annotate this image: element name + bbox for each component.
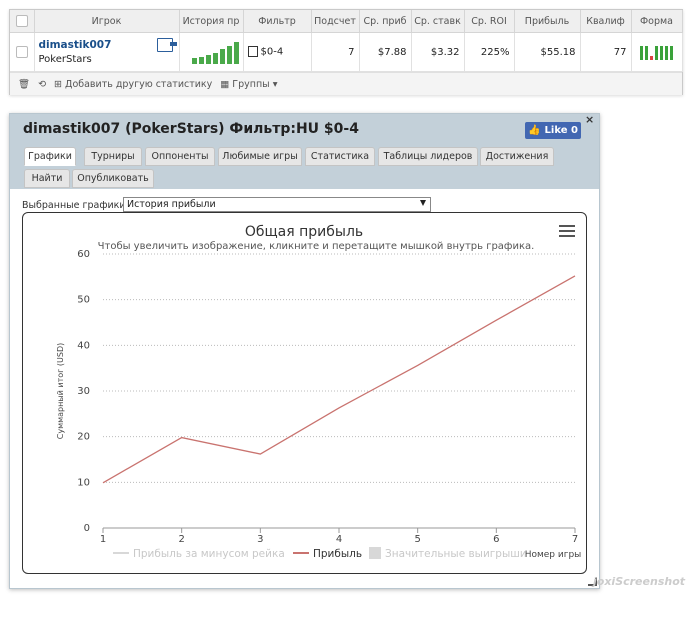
y-tick-label: 60 — [77, 249, 90, 260]
popup-header: dimastik007 (PokerStars) Фильтр:HU $0-4 … — [10, 113, 599, 189]
qualification-value: 77 — [580, 32, 632, 72]
add-stats-label: Добавить другую статистику — [65, 78, 213, 90]
avg-profit-value: $7.88 — [359, 32, 412, 72]
avg-roi-value: 225% — [464, 32, 515, 72]
thumbs-up-icon: 👍 — [528, 125, 541, 136]
form-loss-mark — [650, 56, 653, 60]
legend-symbol — [369, 547, 381, 559]
sparkline-bar — [212, 53, 218, 64]
x-tick-label: 1 — [100, 534, 106, 545]
x-tick-label: 7 — [572, 534, 578, 545]
chart-select-value: История прибыли — [127, 199, 216, 210]
open-player-icon[interactable] — [156, 38, 177, 52]
sparkline-bar — [191, 58, 197, 64]
tab-leaderboards[interactable]: Таблицы лидеров — [378, 147, 478, 166]
close-icon[interactable]: × — [585, 113, 594, 126]
col-count[interactable]: Подсчет — [311, 10, 360, 33]
sparkline-bar — [219, 49, 225, 64]
chart-subtitle: Чтобы увеличить изображение, кликните и … — [98, 241, 535, 252]
player-name-link[interactable]: dimastik007 — [39, 39, 175, 51]
watermark-text: joxiScreenshot — [593, 575, 686, 588]
sparkline-bar — [233, 42, 239, 64]
col-history[interactable]: История пр — [179, 10, 244, 33]
refresh-icon[interactable]: ⟲ — [38, 79, 46, 90]
col-avg-roi[interactable]: Ср. ROI — [464, 10, 515, 33]
series-line-profit — [102, 275, 576, 484]
facebook-like-button[interactable]: 👍 Like 0 — [525, 122, 581, 139]
trash-icon[interactable]: 🗑 — [18, 79, 30, 90]
profit-chart[interactable]: Общая прибыль Чтобы увеличить изображение… — [22, 212, 587, 574]
stats-table: Игрок История пр Фильтр Подсчет Ср. приб… — [10, 10, 683, 72]
y-axis-label: Суммарный итог (USD) — [56, 343, 65, 440]
tab-find[interactable]: Найти — [24, 169, 70, 188]
y-tick-label: 20 — [77, 432, 90, 443]
row-checkbox[interactable] — [10, 32, 35, 72]
filter-icon — [247, 46, 258, 58]
y-tick-label: 40 — [77, 340, 90, 351]
tab-opponents[interactable]: Оппоненты — [145, 147, 215, 166]
y-tick-label: 10 — [77, 477, 90, 488]
profit-value: $55.18 — [514, 32, 581, 72]
form-win-mark — [640, 46, 643, 60]
groups-label: Группы — [232, 78, 270, 90]
col-avg-profit[interactable]: Ср. приб — [359, 10, 412, 33]
col-form[interactable]: Форма — [631, 10, 683, 33]
legend-item: Прибыль — [313, 548, 362, 560]
player-network: PokerStars — [38, 54, 92, 65]
legend-item: Значительные выигрыши — [385, 548, 527, 560]
form-win-mark — [660, 46, 663, 60]
filter-cell: $0-4 — [243, 32, 312, 72]
chart-menu-icon[interactable] — [559, 225, 575, 237]
stats-toolbar: 🗑 ⟲ ⊞ Добавить другую статистику ▦ Групп… — [10, 72, 682, 95]
history-sparkline — [179, 32, 244, 72]
x-tick-label: 2 — [178, 534, 184, 545]
chevron-down-icon — [420, 200, 426, 206]
avg-stake-value: $3.32 — [411, 32, 465, 72]
add-stats-button[interactable]: ⊞ Добавить другую статистику — [54, 79, 212, 90]
tab-achievements[interactable]: Достижения — [480, 147, 554, 166]
legend-item: Прибыль за минусом рейка — [133, 548, 285, 560]
form-win-mark — [665, 46, 668, 60]
stats-panel: Игрок История пр Фильтр Подсчет Ср. приб… — [9, 9, 683, 95]
form-win-mark — [655, 46, 658, 60]
groups-dropdown[interactable]: ▦ Группы ▾ — [220, 79, 277, 90]
tab-tournaments[interactable]: Турниры — [84, 147, 142, 166]
tab-statistics[interactable]: Статистика — [305, 147, 375, 166]
x-tick-label: 4 — [336, 534, 342, 545]
player-cell: dimastik007 PokerStars — [34, 32, 180, 72]
sparkline-bar — [205, 55, 211, 64]
col-profit[interactable]: Прибыль — [514, 10, 581, 33]
chart-select[interactable]: История прибыли — [123, 197, 431, 212]
x-tick-label: 6 — [493, 534, 499, 545]
popup-title: dimastik007 (PokerStars) Фильтр:HU $0-4 — [23, 121, 359, 137]
x-axis-label: Номер игры — [525, 550, 582, 560]
chart-title: Общая прибыль — [245, 224, 363, 240]
tab-favorite-games[interactable]: Любимые игры — [218, 147, 302, 166]
filter-value: $0-4 — [260, 46, 284, 58]
tab-publish[interactable]: Опубликовать — [72, 169, 154, 188]
y-tick-label: 30 — [77, 386, 90, 397]
col-qualification[interactable]: Квалиф — [580, 10, 632, 33]
table-header: Игрок История пр Фильтр Подсчет Ср. приб… — [10, 10, 683, 33]
sparkline-bar — [198, 57, 204, 64]
col-avg-stake[interactable]: Ср. ставк — [411, 10, 465, 33]
tab-charts[interactable]: Графики — [24, 147, 76, 166]
y-tick-label: 50 — [77, 295, 90, 306]
col-filter[interactable]: Фильтр — [243, 10, 312, 33]
sparkline-bar — [226, 46, 232, 64]
chart-select-label: Выбранные графики: — [22, 200, 129, 211]
form-cell — [631, 32, 683, 72]
count-value: 7 — [311, 32, 360, 72]
x-tick-label: 3 — [257, 534, 263, 545]
y-tick-label: 0 — [84, 523, 90, 534]
form-win-mark — [670, 46, 673, 60]
like-label: Like 0 — [544, 125, 578, 136]
chart-svg: Общая прибыльЧтобы увеличить изображение… — [56, 224, 582, 560]
x-tick-label: 5 — [414, 534, 420, 545]
player-popup: dimastik007 (PokerStars) Фильтр:HU $0-4 … — [9, 113, 600, 589]
form-win-mark — [645, 46, 648, 60]
select-all-checkbox[interactable] — [10, 10, 35, 33]
col-player[interactable]: Игрок — [34, 10, 180, 33]
table-row: dimastik007 PokerStars $0-4 7 $7.88 $3.3… — [10, 32, 683, 72]
